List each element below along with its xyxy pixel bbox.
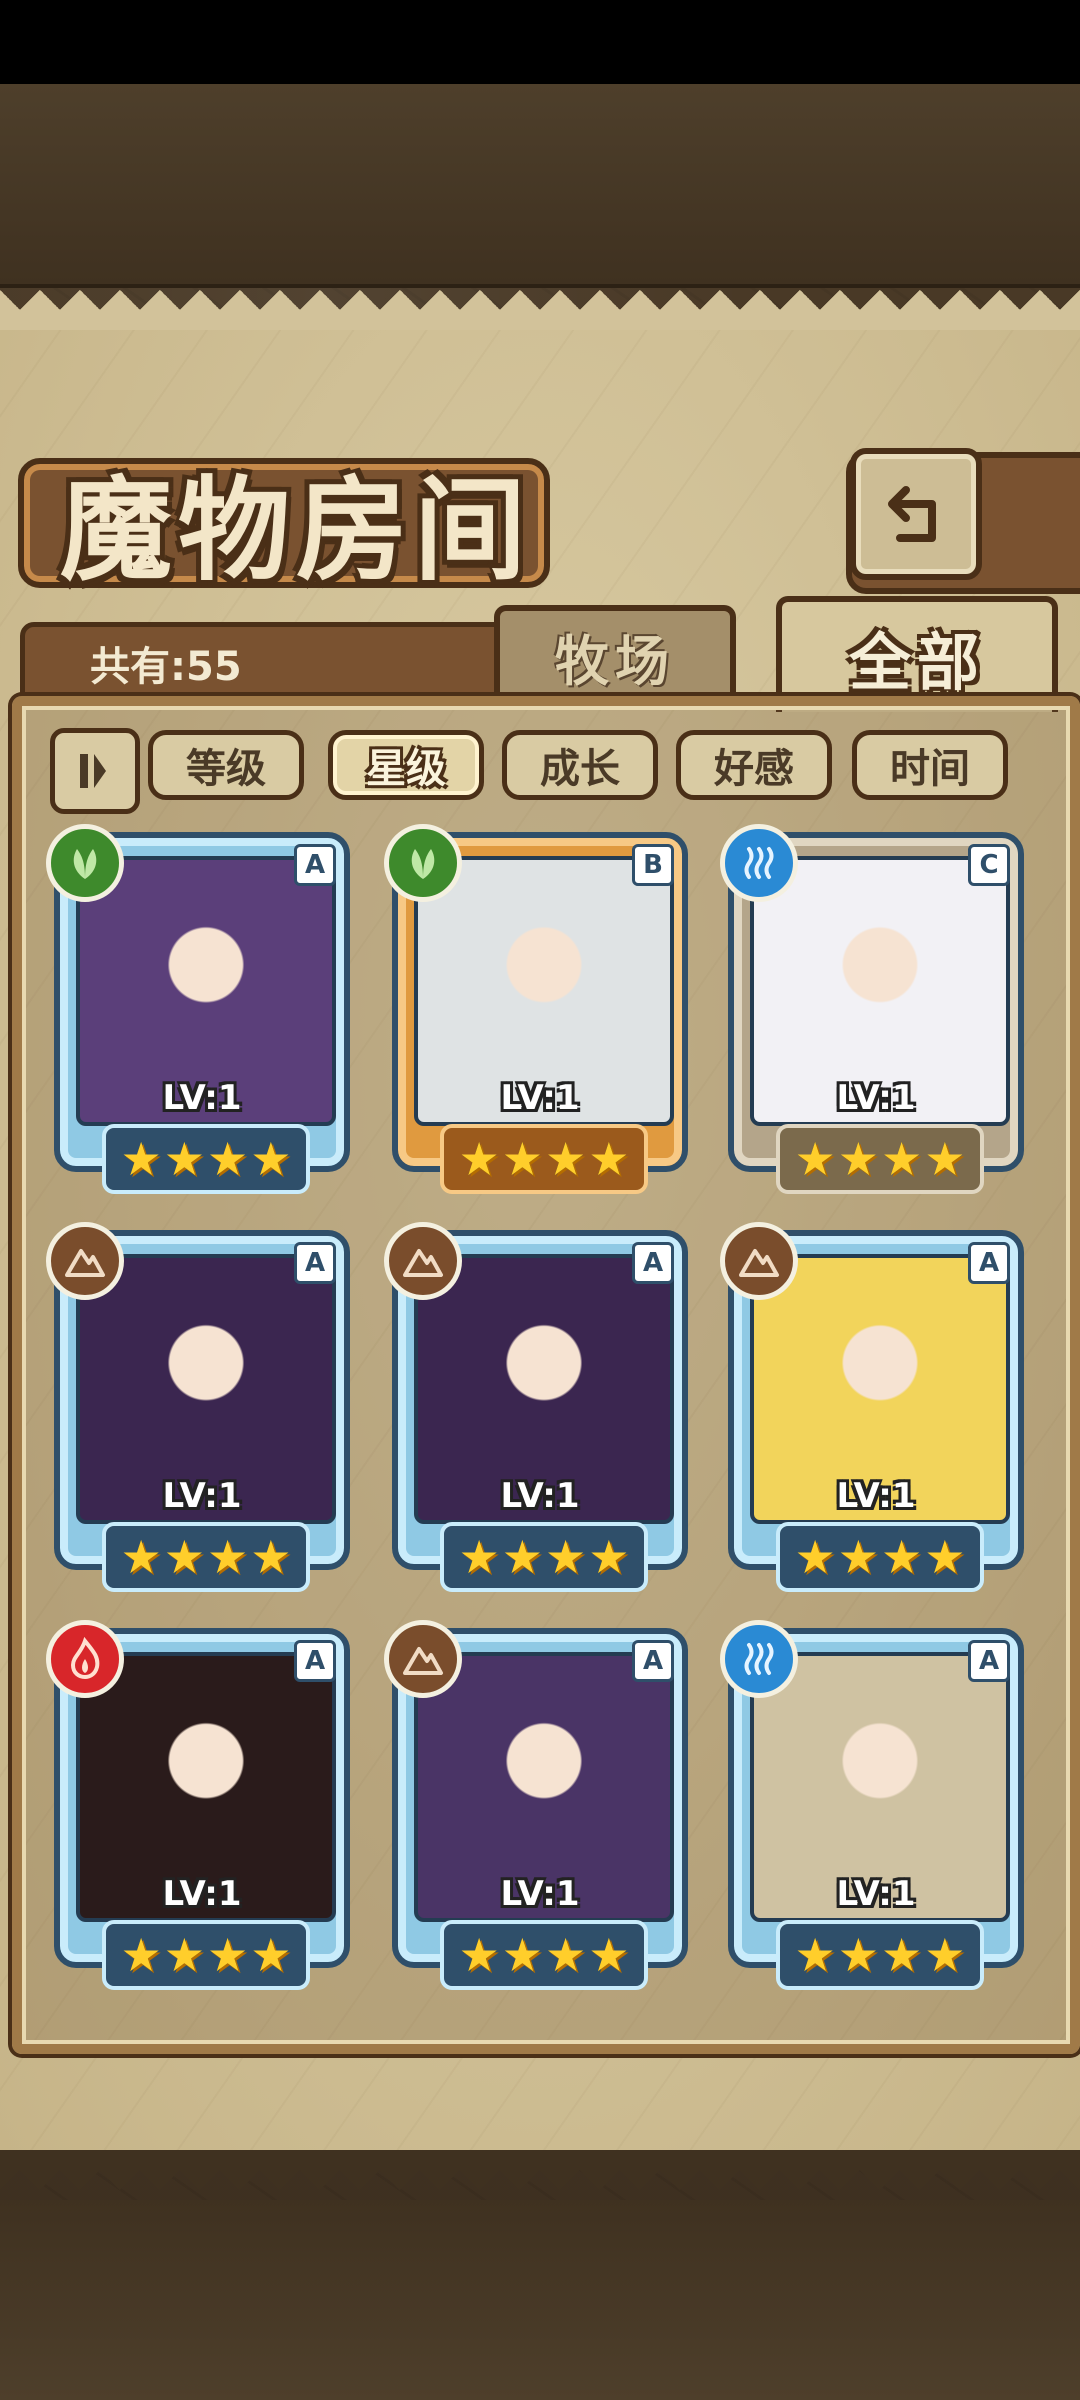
star-icon: ★ (207, 1530, 249, 1584)
star-icon: ★ (924, 1928, 966, 1982)
sort-order-toggle[interactable] (50, 728, 140, 814)
tab-all[interactable]: 全部 (776, 596, 1058, 712)
monster-card[interactable]: A LV:1 ★ ★ ★ ★ (384, 1222, 696, 1602)
sort-growth-button[interactable]: 成长 (502, 730, 658, 800)
total-count: 共有:55 (90, 644, 242, 690)
level-label: LV:1 (836, 1078, 916, 1118)
star-rating: ★ ★ ★ ★ (102, 1522, 310, 1592)
star-icon: ★ (545, 1928, 587, 1982)
star-icon: ★ (458, 1928, 500, 1982)
star-rating: ★ ★ ★ ★ (440, 1920, 648, 1990)
star-icon: ★ (501, 1928, 543, 1982)
tab-farm[interactable]: 牧场 (494, 605, 736, 701)
water-element-icon (720, 824, 798, 902)
sort-level-button[interactable]: 等级 (148, 730, 304, 800)
panel-top-edge (0, 290, 1080, 330)
star-rating: ★ ★ ★ ★ (102, 1124, 310, 1194)
nature-element-icon (46, 824, 124, 902)
star-rating: ★ ★ ★ ★ (102, 1920, 310, 1990)
rank-badge: A (968, 1242, 1010, 1284)
earth-element-icon (384, 1620, 462, 1698)
level-label: LV:1 (836, 1874, 916, 1914)
star-icon: ★ (207, 1132, 249, 1186)
level-label: LV:1 (500, 1078, 580, 1118)
level-label: LV:1 (162, 1874, 242, 1914)
star-icon: ★ (881, 1928, 923, 1982)
earth-element-icon (720, 1222, 798, 1300)
water-element-icon (720, 1620, 798, 1698)
star-icon: ★ (881, 1132, 923, 1186)
star-rating: ★ ★ ★ ★ (776, 1124, 984, 1194)
page-title: 魔物房间 (60, 465, 532, 596)
star-icon: ★ (837, 1530, 879, 1584)
panel-bottom-edge (0, 2150, 1080, 2190)
sort-star-button[interactable]: 星级 (328, 730, 484, 800)
monster-card[interactable]: A LV:1 ★ ★ ★ ★ (46, 824, 358, 1204)
star-icon: ★ (881, 1530, 923, 1584)
monster-card[interactable]: A LV:1 ★ ★ ★ ★ (384, 1620, 696, 2000)
star-icon: ★ (924, 1530, 966, 1584)
star-icon: ★ (794, 1530, 836, 1584)
rank-badge: A (968, 1640, 1010, 1682)
star-icon: ★ (837, 1928, 879, 1982)
rank-badge: A (632, 1242, 674, 1284)
star-icon: ★ (794, 1132, 836, 1186)
star-icon: ★ (545, 1132, 587, 1186)
nature-element-icon (384, 824, 462, 902)
earth-element-icon (384, 1222, 462, 1300)
rank-badge: A (294, 1242, 336, 1284)
rank-badge: A (294, 1640, 336, 1682)
status-bar (0, 0, 1080, 84)
star-icon: ★ (163, 1530, 205, 1584)
star-rating: ★ ★ ★ ★ (440, 1522, 648, 1592)
sort-affinity-button[interactable]: 好感 (676, 730, 832, 800)
star-icon: ★ (458, 1530, 500, 1584)
star-rating: ★ ★ ★ ★ (776, 1522, 984, 1592)
rank-badge: C (968, 844, 1010, 886)
star-icon: ★ (458, 1132, 500, 1186)
sort-order-icon (80, 754, 106, 788)
star-icon: ★ (120, 1132, 162, 1186)
bottom-map-strip (0, 2200, 1080, 2400)
monster-card[interactable]: C LV:1 ★ ★ ★ ★ (720, 824, 1032, 1204)
star-icon: ★ (250, 1928, 292, 1982)
monster-card[interactable]: A LV:1 ★ ★ ★ ★ (46, 1222, 358, 1602)
fire-element-icon (46, 1620, 124, 1698)
rank-badge: A (632, 1640, 674, 1682)
back-button[interactable] (850, 448, 982, 580)
level-label: LV:1 (500, 1874, 580, 1914)
star-icon: ★ (250, 1132, 292, 1186)
monster-card[interactable]: A LV:1 ★ ★ ★ ★ (720, 1620, 1032, 2000)
star-icon: ★ (588, 1928, 630, 1982)
star-icon: ★ (545, 1530, 587, 1584)
star-icon: ★ (250, 1530, 292, 1584)
star-icon: ★ (588, 1132, 630, 1186)
star-icon: ★ (794, 1928, 836, 1982)
star-icon: ★ (588, 1530, 630, 1584)
return-arrow-icon (888, 486, 936, 542)
rank-badge: A (294, 844, 336, 886)
star-icon: ★ (163, 1132, 205, 1186)
level-label: LV:1 (836, 1476, 916, 1516)
level-label: LV:1 (162, 1078, 242, 1118)
star-icon: ★ (207, 1928, 249, 1982)
star-icon: ★ (837, 1132, 879, 1186)
monster-card[interactable]: A LV:1 ★ ★ ★ ★ (720, 1222, 1032, 1602)
monster-card[interactable]: B LV:1 ★ ★ ★ ★ (384, 824, 696, 1204)
level-label: LV:1 (500, 1476, 580, 1516)
top-map-strip (0, 84, 1080, 288)
star-icon: ★ (501, 1530, 543, 1584)
sort-time-button[interactable]: 时间 (852, 730, 1008, 800)
star-rating: ★ ★ ★ ★ (776, 1920, 984, 1990)
monster-card[interactable]: A LV:1 ★ ★ ★ ★ (46, 1620, 358, 2000)
star-rating: ★ ★ ★ ★ (440, 1124, 648, 1194)
star-icon: ★ (501, 1132, 543, 1186)
star-icon: ★ (924, 1132, 966, 1186)
star-icon: ★ (120, 1928, 162, 1982)
star-icon: ★ (120, 1530, 162, 1584)
rank-badge: B (632, 844, 674, 886)
star-icon: ★ (163, 1928, 205, 1982)
level-label: LV:1 (162, 1476, 242, 1516)
earth-element-icon (46, 1222, 124, 1300)
